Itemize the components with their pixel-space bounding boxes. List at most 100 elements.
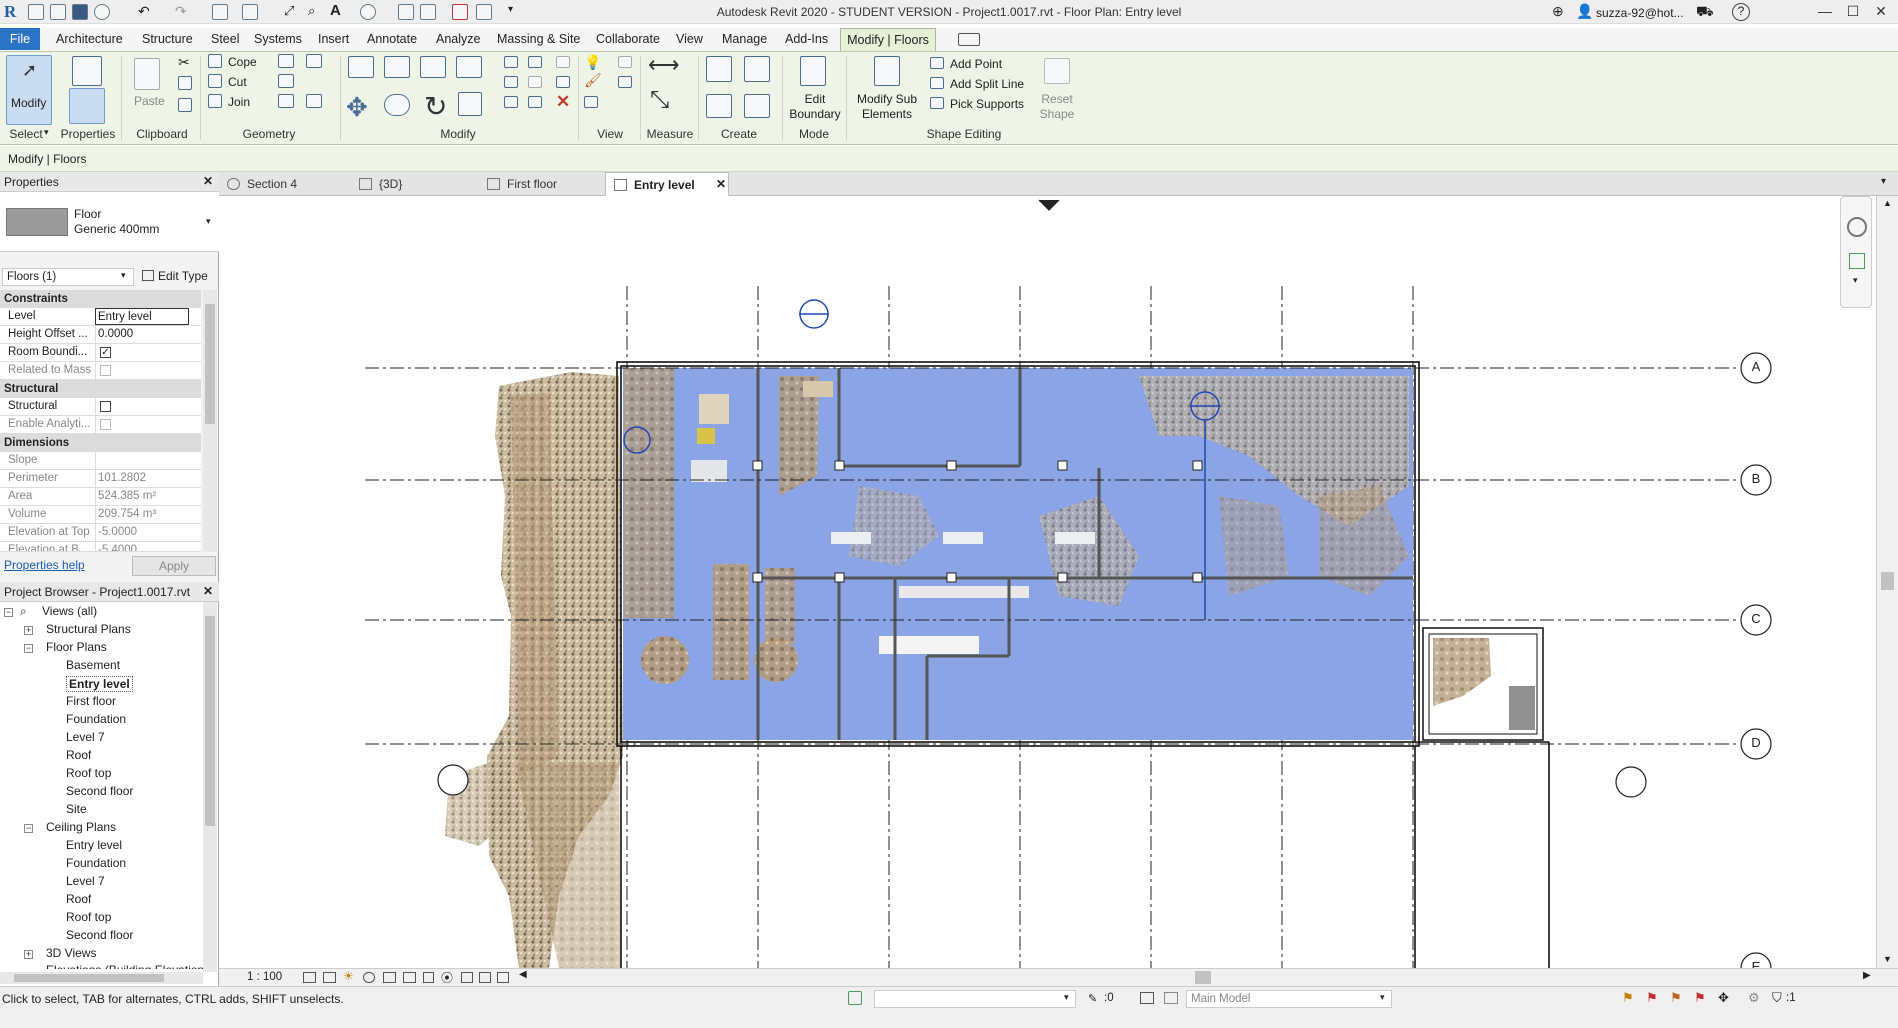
tab-3d[interactable]: {3D} xyxy=(351,172,475,196)
properties-icon[interactable] xyxy=(72,56,102,86)
minimize-button[interactable]: — xyxy=(1816,3,1834,21)
scroll-up-icon[interactable]: ▲ xyxy=(1883,198,1892,208)
type-selector[interactable]: Floor Generic 400mm ▾ xyxy=(0,192,219,252)
maximize-button[interactable]: ☐ xyxy=(1844,3,1862,21)
close-tab-icon[interactable]: ✕ xyxy=(716,177,726,191)
edit-boundary-label[interactable]: Edit Boundary xyxy=(786,92,844,122)
create-group-icon[interactable] xyxy=(706,94,732,118)
paste-label[interactable]: Paste xyxy=(134,94,165,108)
align-icon[interactable] xyxy=(348,56,374,78)
tab-steel[interactable]: Steel xyxy=(211,32,240,46)
user-icon[interactable]: 👤 xyxy=(1576,3,1593,20)
tree-ceiling-roof[interactable]: Roof xyxy=(66,892,91,906)
design-options-icon[interactable] xyxy=(1140,992,1154,1004)
crop-icon[interactable] xyxy=(383,972,396,983)
canvas-hscroll-thumb[interactable] xyxy=(1195,971,1211,984)
filter-icon[interactable]: ⛉ xyxy=(1772,990,1782,1006)
tab-manage[interactable]: Manage xyxy=(722,32,767,46)
trim-multiple-icon[interactable] xyxy=(504,96,518,108)
pick-supports-icon[interactable] xyxy=(930,97,944,109)
add-split-line-label[interactable]: Add Split Line xyxy=(950,77,1024,91)
tree-item-first-floor[interactable]: First floor xyxy=(66,694,116,708)
tree-ceiling-second-floor[interactable]: Second floor xyxy=(66,928,133,942)
tab-overflow-icon[interactable]: ▾ xyxy=(1881,176,1886,187)
tree-3d-views[interactable]: 3D Views xyxy=(46,946,96,960)
nav-chevron-icon[interactable]: ▾ xyxy=(1853,275,1858,286)
tab-annotate[interactable]: Annotate xyxy=(367,32,417,46)
param-value[interactable]: Entry level xyxy=(95,308,189,325)
steering-wheel-icon[interactable] xyxy=(1847,217,1867,237)
edit-type-button[interactable]: Edit Type xyxy=(140,267,216,287)
sun-path-icon[interactable]: ☀ xyxy=(343,969,354,983)
background-process-icon[interactable]: ⚙ xyxy=(1748,990,1760,1006)
canvas-vscrollbar[interactable]: ▲ ▼ xyxy=(1876,196,1898,968)
modify-sub-elements-icon[interactable] xyxy=(874,56,900,86)
select-by-face-icon[interactable]: ⚑ xyxy=(1694,990,1706,1006)
edit-boundary-icon[interactable] xyxy=(800,56,826,86)
move-icon[interactable]: ✥ xyxy=(346,92,368,123)
filter-chevron-icon[interactable]: ▾ xyxy=(121,270,126,281)
demolish-icon[interactable] xyxy=(278,94,294,108)
mirror-draw-icon[interactable] xyxy=(456,56,482,78)
split-gap-icon[interactable] xyxy=(528,56,542,68)
line-weight-icon[interactable] xyxy=(618,76,632,88)
cut-scissors-icon[interactable]: ✂ xyxy=(178,54,190,71)
tree-ceiling-entry-level[interactable]: Entry level xyxy=(66,838,122,852)
visual-style-icon[interactable] xyxy=(323,972,336,983)
temp-hide-icon[interactable]: ⦿ xyxy=(441,969,453,986)
scroll-thumb[interactable] xyxy=(14,974,164,982)
apply-button[interactable]: Apply xyxy=(132,556,216,576)
param-structural[interactable]: Structural xyxy=(0,398,201,416)
delete-icon[interactable]: ✕ xyxy=(556,92,570,112)
brush-icon[interactable]: 🖌 xyxy=(584,72,602,89)
design-option-dropdown[interactable]: Main Model xyxy=(1186,990,1392,1008)
tree-ceiling-plans[interactable]: Ceiling Plans xyxy=(46,820,116,834)
join-icon[interactable] xyxy=(208,94,222,108)
selected-floor[interactable] xyxy=(623,368,1413,740)
select-chevron-icon[interactable]: ▾ xyxy=(44,127,49,138)
shadows-icon[interactable] xyxy=(363,972,375,983)
help-icon[interactable]: ? xyxy=(1732,3,1750,21)
worksets-icon[interactable] xyxy=(848,991,862,1005)
drag-elements-icon[interactable]: ✥ xyxy=(1718,990,1729,1006)
cart-icon[interactable]: ⛟ xyxy=(1696,3,1714,22)
user-name[interactable]: suzza-92@hot... xyxy=(1596,6,1684,20)
browser-close-icon[interactable]: ✕ xyxy=(203,584,213,598)
scroll-thumb[interactable] xyxy=(205,616,215,826)
tab-file[interactable]: File xyxy=(0,28,40,50)
scroll-thumb[interactable] xyxy=(205,304,215,424)
create-assembly-icon[interactable] xyxy=(706,56,732,82)
param-height-offset[interactable]: Height Offset ... 0.0000 xyxy=(0,326,201,344)
measure-between-icon[interactable]: ⟷ xyxy=(648,52,680,78)
show-crop-icon[interactable] xyxy=(403,972,416,983)
tab-modify-floors[interactable]: Modify | Floors xyxy=(840,28,936,52)
reveal-hidden-icon[interactable] xyxy=(461,972,473,983)
split-face-icon[interactable] xyxy=(278,54,294,68)
hscroll-right-icon[interactable]: ▶ xyxy=(1863,970,1871,981)
panel-toggle-icon[interactable] xyxy=(958,33,980,46)
binoculars-icon[interactable]: ⊕ xyxy=(1552,3,1564,20)
trim-single-icon[interactable] xyxy=(528,96,542,108)
browser-hscrollbar[interactable] xyxy=(0,972,203,984)
analytical-icon[interactable] xyxy=(497,972,509,983)
tab-architecture[interactable]: Architecture xyxy=(56,32,123,46)
add-point-label[interactable]: Add Point xyxy=(950,57,1002,71)
scroll-thumb[interactable] xyxy=(1881,572,1894,590)
join-label[interactable]: Join xyxy=(228,95,250,109)
drawing-canvas[interactable]: A B C D E ▾ xyxy=(219,196,1876,968)
worksets-chevron-icon[interactable]: ▾ xyxy=(1064,992,1069,1003)
detail-level-icon[interactable] xyxy=(303,972,316,983)
offset-icon[interactable] xyxy=(384,56,410,78)
tree-item-entry-level[interactable]: Entry level xyxy=(66,676,133,692)
exclude-options-icon[interactable] xyxy=(1164,992,1178,1004)
type-properties-button[interactable] xyxy=(69,88,105,124)
select-pinned-icon[interactable]: ⚑ xyxy=(1670,990,1682,1006)
expand-icon[interactable]: + xyxy=(24,950,33,959)
tree-views-all[interactable]: Views (all) xyxy=(42,604,97,618)
tab-insert[interactable]: Insert xyxy=(318,32,349,46)
add-point-icon[interactable] xyxy=(930,57,944,69)
tree-item-site[interactable]: Site xyxy=(66,802,87,816)
grid-bubbles[interactable] xyxy=(1740,352,1772,968)
add-split-line-icon[interactable] xyxy=(930,77,944,89)
tree-ceiling-level-7[interactable]: Level 7 xyxy=(66,874,105,888)
